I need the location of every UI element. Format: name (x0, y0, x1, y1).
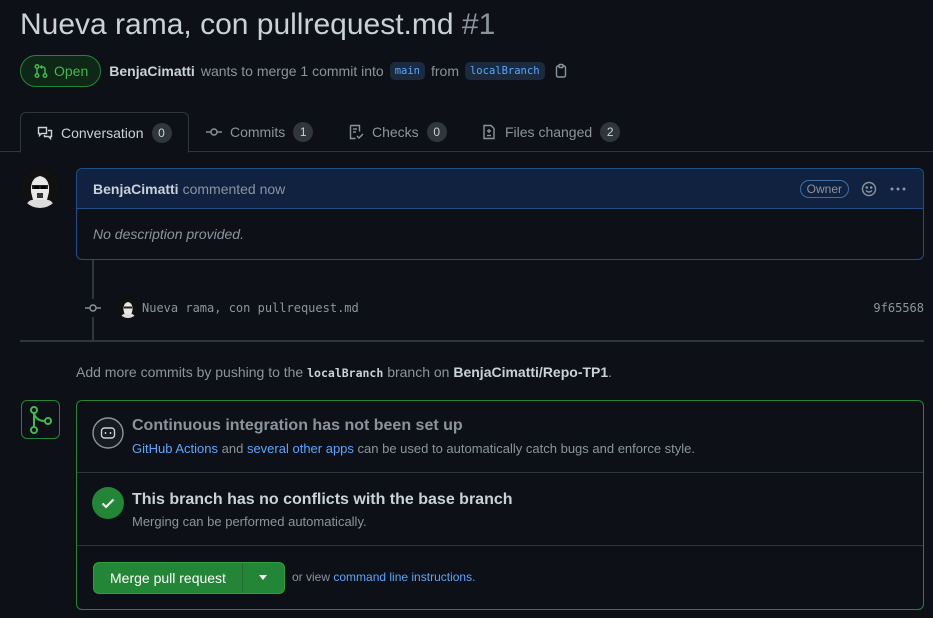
commit-row: Nueva rama, con pullrequest.md 9f65568 (84, 296, 924, 320)
head-branch[interactable]: localBranch (464, 62, 545, 80)
comment-author[interactable]: BenjaCimatti (93, 181, 179, 197)
conflicts-title: This branch has no conflicts with the ba… (132, 491, 513, 508)
push-hint: Add more commits by pushing to the local… (76, 364, 612, 380)
command-line-instructions-link[interactable]: command line instructions (333, 570, 472, 584)
commit-author-avatar[interactable] (118, 298, 138, 318)
git-commit-icon (206, 128, 222, 136)
merge-status-icon-box (21, 400, 60, 439)
robot-icon (92, 417, 124, 449)
comment-header: BenjaCimatti commented now Owner (77, 169, 923, 209)
ci-and: and (221, 441, 244, 456)
merge-action-section: Merge pull request or view command line … (77, 546, 923, 609)
from-text: from (430, 63, 459, 79)
ci-icon-wrap (92, 417, 124, 449)
pr-number: #1 (461, 8, 496, 41)
tab-counter: 1 (293, 122, 314, 142)
conflicts-subtitle: Merging can be performed automatically. (132, 514, 367, 529)
push-hint-branch: localBranch (307, 366, 384, 380)
author-avatar[interactable] (20, 168, 60, 208)
check-circle-icon (92, 487, 124, 519)
github-actions-link[interactable]: GitHub Actions (132, 441, 218, 456)
git-merge-icon (29, 405, 52, 434)
tab-label: Checks (372, 124, 419, 140)
checklist-icon (349, 124, 364, 140)
other-apps-link[interactable]: several other apps (247, 441, 354, 456)
merge-button-group: Merge pull request (93, 562, 285, 594)
ci-rest: can be used to automatically catch bugs … (357, 441, 696, 456)
tab-counter: 0 (151, 122, 172, 143)
push-hint-suffix: . (608, 364, 613, 380)
tab-counter: 2 (600, 122, 621, 142)
comment-box: BenjaCimatti commented now Owner No desc… (76, 168, 924, 260)
comment-time[interactable]: commented now (183, 181, 286, 197)
merge-text: wants to merge 1 commit into (200, 63, 384, 79)
pr-title-row: Nueva rama, con pullrequest.md #1 (20, 8, 495, 42)
tab-conversation[interactable]: Conversation 0 (20, 112, 189, 153)
push-hint-prefix: Add more commits by pushing to the (76, 364, 304, 380)
or-view-label: or view (292, 570, 331, 584)
owner-badge: Owner (799, 179, 849, 198)
git-commit-icon (84, 299, 102, 317)
triangle-down-icon (259, 575, 268, 580)
tab-files-changed[interactable]: Files changed 2 (481, 112, 621, 152)
copy-icon[interactable] (553, 63, 569, 79)
check-icon-wrap (92, 487, 124, 519)
merge-options-dropdown[interactable] (243, 563, 284, 593)
ci-section: Continuous integration has not been set … (77, 401, 923, 473)
tab-commits[interactable]: Commits 1 (206, 112, 314, 152)
stormtrooper-avatar-icon (20, 168, 60, 208)
pull-request-icon (34, 63, 48, 79)
commit-message[interactable]: Nueva rama, con pullrequest.md (142, 301, 359, 315)
state-label: Open (54, 63, 89, 79)
base-branch[interactable]: main (389, 62, 425, 80)
push-hint-repo[interactable]: BenjaCimatti/Repo-TP1 (453, 364, 608, 380)
commit-sha[interactable]: 9f65568 (873, 301, 924, 315)
merge-box: Continuous integration has not been set … (76, 400, 924, 610)
tab-label: Files changed (505, 124, 593, 140)
push-hint-middle: branch on (387, 364, 450, 380)
file-diff-icon (483, 124, 495, 140)
tab-checks[interactable]: Checks 0 (348, 112, 447, 152)
tab-counter: 0 (426, 122, 447, 142)
state-badge: Open (20, 55, 102, 87)
pr-tabs: Conversation 0 Commits 1 Checks 0 Files … (0, 112, 933, 153)
kebab-horizontal-icon[interactable] (889, 181, 907, 197)
tab-label: Conversation (61, 124, 144, 141)
ci-subtitle: GitHub Actions and several other apps ca… (132, 441, 695, 456)
pr-title: Nueva rama, con pullrequest.md (20, 8, 454, 41)
merge-pull-request-button[interactable]: Merge pull request (94, 563, 243, 593)
comment-body: No description provided. (93, 226, 244, 242)
or-view-text: or view command line instructions. (292, 570, 475, 584)
timeline-divider (20, 340, 924, 342)
stormtrooper-avatar-icon (118, 298, 138, 318)
or-view-period: . (472, 570, 476, 584)
pr-author-link[interactable]: BenjaCimatti (109, 63, 195, 79)
smiley-icon[interactable] (861, 181, 877, 197)
tab-label: Commits (230, 124, 286, 140)
pr-meta: Open BenjaCimatti wants to merge 1 commi… (20, 55, 569, 87)
comment-discussion-icon (37, 126, 53, 140)
ci-title: Continuous integration has not been set … (132, 417, 463, 434)
conflicts-section: This branch has no conflicts with the ba… (77, 473, 923, 546)
